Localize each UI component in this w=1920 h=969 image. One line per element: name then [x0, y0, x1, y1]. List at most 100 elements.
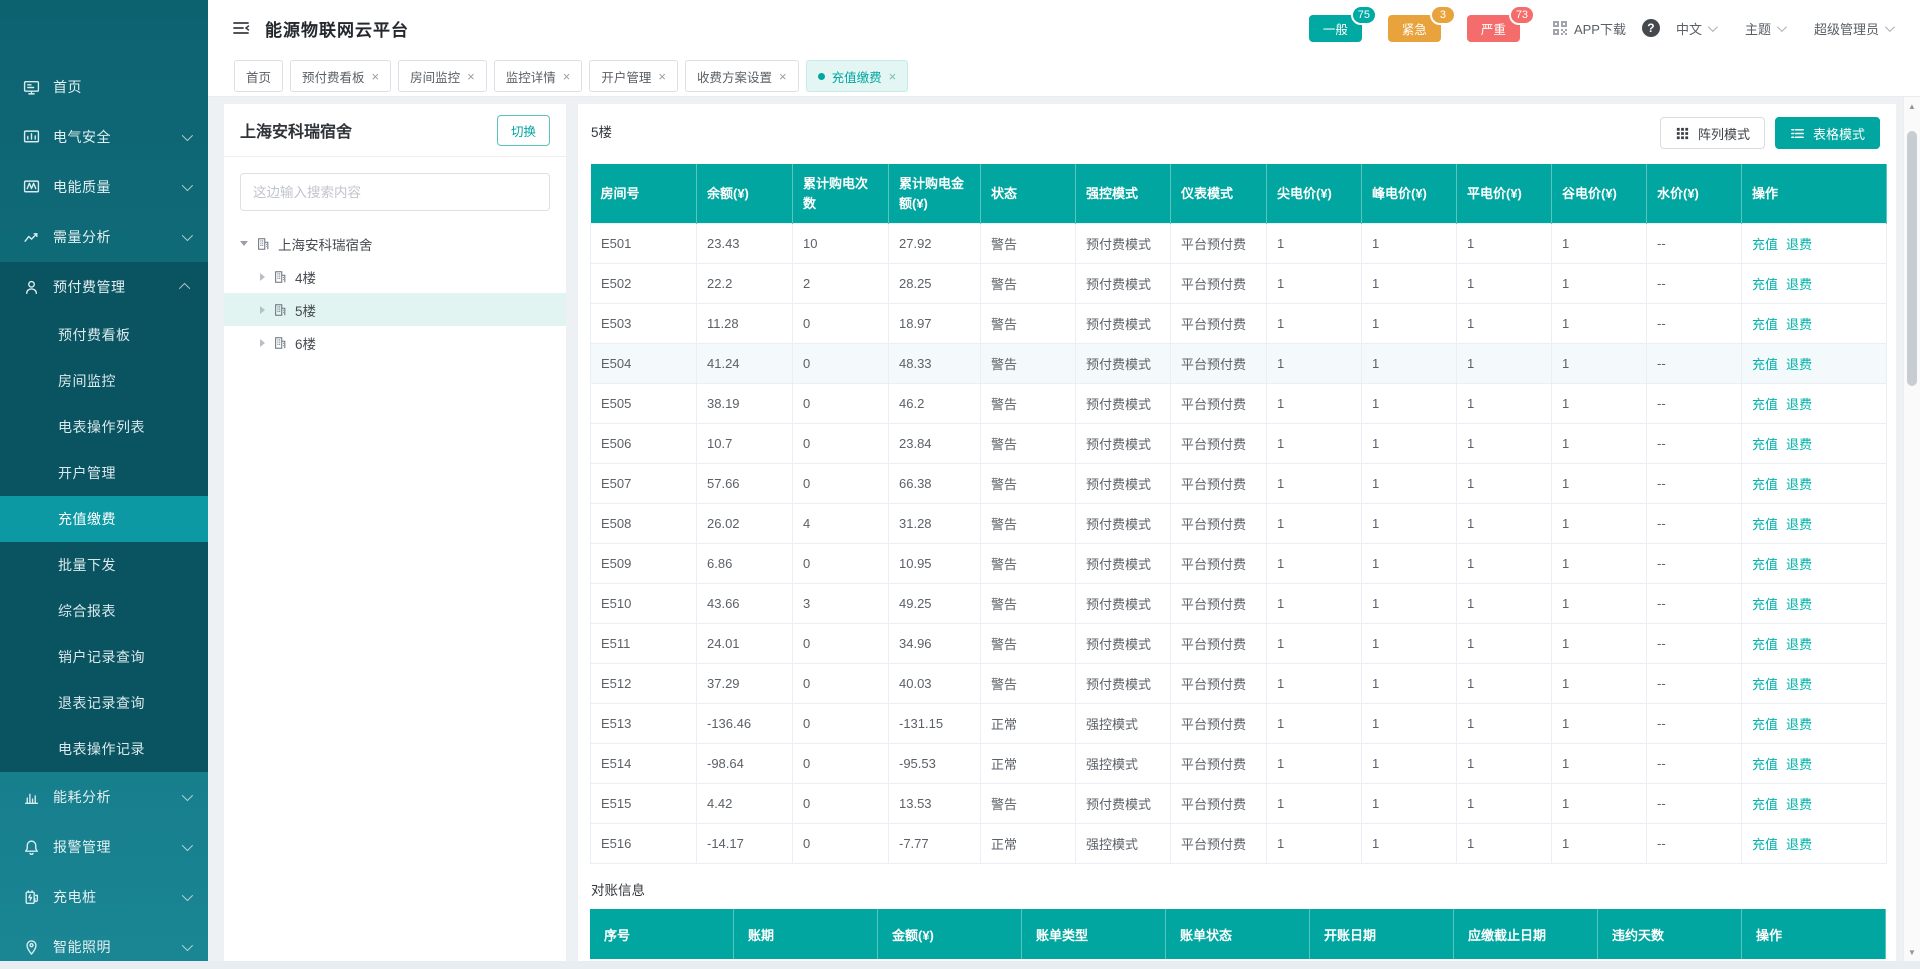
language-select[interactable]: 中文: [1676, 19, 1715, 38]
tab-1[interactable]: 预付费看板×: [290, 60, 391, 92]
refund-link[interactable]: 退费: [1786, 277, 1812, 292]
user-menu[interactable]: 超级管理员: [1814, 19, 1892, 38]
refund-link[interactable]: 退费: [1786, 237, 1812, 252]
billing-column-header: 序号: [590, 909, 734, 959]
refund-link[interactable]: 退费: [1786, 477, 1812, 492]
sidebar-item-3[interactable]: 需量分析: [0, 212, 208, 262]
refund-link[interactable]: 退费: [1786, 597, 1812, 612]
refund-link[interactable]: 退费: [1786, 797, 1812, 812]
recharge-link[interactable]: 充值: [1752, 637, 1778, 652]
caret-right-icon[interactable]: [260, 273, 265, 281]
app-download-link[interactable]: APP下载: [1552, 19, 1626, 38]
recharge-link[interactable]: 充值: [1752, 557, 1778, 572]
switch-button[interactable]: 切换: [497, 115, 550, 146]
tree-search: [224, 157, 566, 221]
theme-select[interactable]: 主题: [1745, 19, 1784, 38]
view-mode-button-1[interactable]: 表格模式: [1775, 117, 1880, 149]
recharge-link[interactable]: 充值: [1752, 437, 1778, 452]
recharge-link[interactable]: 充值: [1752, 677, 1778, 692]
sidebar-subitem-9[interactable]: 电表操作记录: [0, 726, 208, 772]
sidebar-subitem-2[interactable]: 电表操作列表: [0, 404, 208, 450]
refund-link[interactable]: 退费: [1786, 837, 1812, 852]
refund-link[interactable]: 退费: [1786, 557, 1812, 572]
tab-3[interactable]: 监控详情×: [494, 60, 583, 92]
sidebar-item-1[interactable]: 电气安全: [0, 112, 208, 162]
sidebar-subitem-1[interactable]: 房间监控: [0, 358, 208, 404]
close-icon[interactable]: ×: [658, 70, 666, 83]
tab-0[interactable]: 首页: [234, 60, 283, 92]
sidebar-subitem-7[interactable]: 销户记录查询: [0, 634, 208, 680]
alarm-badge-2[interactable]: 严重73: [1467, 15, 1520, 42]
sidebar-subitem-8[interactable]: 退表记录查询: [0, 680, 208, 726]
column-header: 房间号: [591, 164, 697, 224]
qr-code-icon: [1552, 20, 1568, 36]
refund-link[interactable]: 退费: [1786, 757, 1812, 772]
sidebar-item-6[interactable]: 报警管理: [0, 822, 208, 872]
sidebar-item-0[interactable]: 首页: [0, 62, 208, 112]
close-icon[interactable]: ×: [563, 70, 571, 83]
refund-link[interactable]: 退费: [1786, 397, 1812, 412]
vertical-scrollbar[interactable]: ▲ ▼: [1903, 97, 1920, 961]
view-mode-button-0[interactable]: 阵列模式: [1660, 117, 1765, 149]
sidebar-subitem-6[interactable]: 综合报表: [0, 588, 208, 634]
recharge-link[interactable]: 充值: [1752, 757, 1778, 772]
recharge-link[interactable]: 充值: [1752, 797, 1778, 812]
sidebar-subitem-3[interactable]: 开户管理: [0, 450, 208, 496]
horizontal-scrollbar[interactable]: [0, 961, 1920, 969]
refund-link[interactable]: 退费: [1786, 357, 1812, 372]
demand-analysis-icon: [22, 228, 40, 246]
sidebar-item-7[interactable]: 充电桩: [0, 872, 208, 922]
billing-column-header: 操作: [1742, 909, 1886, 959]
recharge-link[interactable]: 充值: [1752, 277, 1778, 292]
sidebar-item-4[interactable]: 预付费管理: [0, 262, 208, 312]
refund-link[interactable]: 退费: [1786, 317, 1812, 332]
table-cell: 13.53: [889, 784, 981, 824]
page-title: 能源物联网云平台: [265, 16, 409, 41]
sidebar-item-5[interactable]: 能耗分析: [0, 772, 208, 822]
recharge-link[interactable]: 充值: [1752, 717, 1778, 732]
sidebar-item-2[interactable]: 电能质量: [0, 162, 208, 212]
tab-6[interactable]: 充值缴费 ×: [806, 60, 909, 92]
close-icon[interactable]: ×: [889, 70, 897, 83]
collapse-menu-icon[interactable]: [232, 19, 250, 37]
table-cell: 0: [793, 824, 889, 864]
refund-link[interactable]: 退费: [1786, 637, 1812, 652]
recharge-link[interactable]: 充值: [1752, 837, 1778, 852]
scrollbar-thumb[interactable]: [1907, 131, 1917, 386]
refund-link[interactable]: 退费: [1786, 677, 1812, 692]
refund-link[interactable]: 退费: [1786, 717, 1812, 732]
tab-2[interactable]: 房间监控×: [398, 60, 487, 92]
refund-link[interactable]: 退费: [1786, 437, 1812, 452]
recharge-link[interactable]: 充值: [1752, 237, 1778, 252]
recharge-link[interactable]: 充值: [1752, 517, 1778, 532]
close-icon[interactable]: ×: [779, 70, 787, 83]
close-icon[interactable]: ×: [372, 70, 380, 83]
tree-node-root[interactable]: 上海安科瑞宿舍: [224, 227, 566, 260]
search-input[interactable]: [240, 173, 550, 211]
alarm-badge-0[interactable]: 一般75: [1309, 15, 1362, 42]
table-cell: 平台预付费: [1171, 584, 1267, 624]
tab-5[interactable]: 收费方案设置×: [685, 60, 799, 92]
caret-right-icon[interactable]: [260, 339, 265, 347]
tree-floor-2[interactable]: 6楼: [224, 326, 566, 359]
recharge-link[interactable]: 充值: [1752, 397, 1778, 412]
recharge-link[interactable]: 充值: [1752, 357, 1778, 372]
tab-4[interactable]: 开户管理×: [589, 60, 678, 92]
help-icon[interactable]: ?: [1642, 19, 1660, 37]
caret-down-icon[interactable]: [240, 241, 248, 246]
sidebar-subitem-0[interactable]: 预付费看板: [0, 312, 208, 358]
recharge-link[interactable]: 充值: [1752, 597, 1778, 612]
sidebar-subitem-4[interactable]: 充值缴费: [0, 496, 208, 542]
close-icon[interactable]: ×: [467, 70, 475, 83]
scroll-up-arrow[interactable]: ▲: [1904, 99, 1920, 113]
recharge-link[interactable]: 充值: [1752, 317, 1778, 332]
caret-right-icon[interactable]: [260, 306, 265, 314]
scroll-down-arrow[interactable]: ▼: [1904, 945, 1920, 959]
refund-link[interactable]: 退费: [1786, 517, 1812, 532]
tree-floor-1[interactable]: 5楼: [224, 293, 566, 326]
tree-floor-0[interactable]: 4楼: [224, 260, 566, 293]
sidebar-subitem-5[interactable]: 批量下发: [0, 542, 208, 588]
alarm-badge-1[interactable]: 紧急3: [1388, 15, 1441, 42]
tab-label: 充值缴费: [832, 67, 882, 86]
recharge-link[interactable]: 充值: [1752, 477, 1778, 492]
